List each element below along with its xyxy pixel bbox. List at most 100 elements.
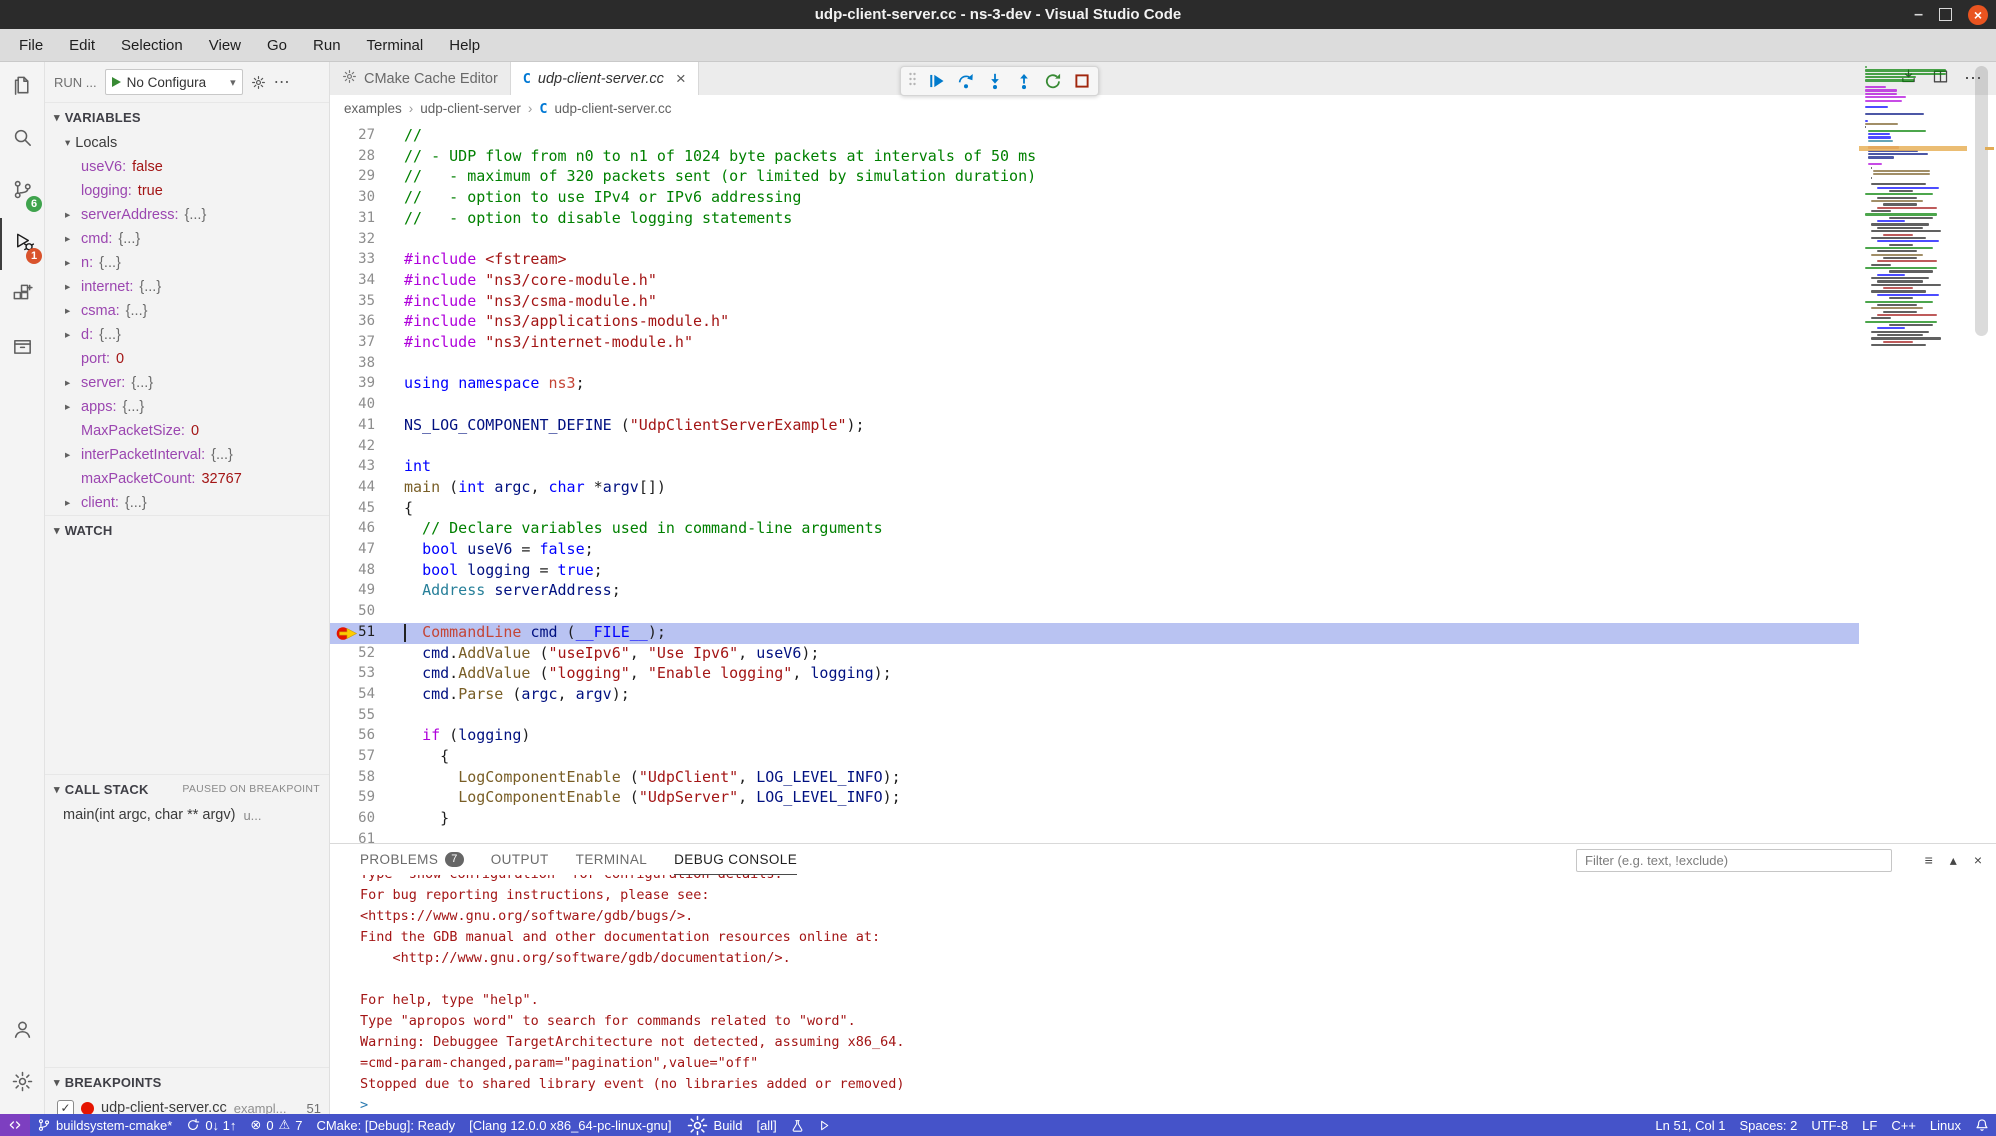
code-line[interactable]: 55 [330,706,1996,727]
line-number[interactable]: 61 [330,831,375,843]
close-button[interactable]: × [1968,5,1988,25]
code-line[interactable]: 46 // Declare variables used in command-… [330,519,1996,540]
line-number[interactable]: 41 [330,417,375,433]
debug-views-more-icon[interactable]: ⋯ [274,72,290,92]
variable-row[interactable]: MaxPacketSize:0 [45,419,329,443]
editor-tab[interactable]: CMake Cache Editor [330,62,511,95]
console-filter-input[interactable] [1576,849,1892,872]
line-number[interactable]: 32 [330,231,375,247]
line-number[interactable]: 47 [330,541,375,557]
code-line[interactable]: 51 CommandLine cmd (__FILE__); [330,623,1996,644]
stop-button[interactable] [1073,72,1091,90]
line-number[interactable]: 35 [330,293,375,309]
continue-button[interactable] [928,72,946,90]
line-number[interactable]: 34 [330,272,375,288]
code-line[interactable]: 40 [330,395,1996,416]
code-line[interactable]: 33#include <fstream> [330,250,1996,271]
watch-section-header[interactable]: ▾ WATCH [45,515,329,544]
line-number[interactable]: 52 [330,645,375,661]
variable-row[interactable]: maxPacketCount:32767 [45,467,329,491]
menu-item-selection[interactable]: Selection [108,29,196,61]
variable-row[interactable]: ▸cmd:{...} [45,227,329,251]
status-ctest-button[interactable] [784,1114,811,1136]
line-number[interactable]: 40 [330,396,375,412]
line-number[interactable]: 31 [330,210,375,226]
line-number[interactable]: 59 [330,789,375,805]
activity-item-explorer[interactable] [0,62,45,114]
chevron-right-icon[interactable]: ▸ [65,377,70,389]
line-number[interactable]: 38 [330,355,375,371]
variable-row[interactable]: port:0 [45,347,329,371]
code-line[interactable]: 36#include "ns3/applications-module.h" [330,312,1996,333]
menu-item-view[interactable]: View [196,29,254,61]
status-build-button[interactable]: Build [679,1114,750,1136]
line-number[interactable]: 49 [330,582,375,598]
code-editor[interactable]: 27//28// - UDP flow from n0 to n1 of 102… [330,122,1996,843]
code-line[interactable]: 49 Address serverAddress; [330,581,1996,602]
panel-tab-output[interactable]: OUTPUT [491,844,549,875]
chevron-right-icon[interactable]: ▸ [65,329,70,341]
variable-row[interactable]: ▸interPacketInterval:{...} [45,443,329,467]
activity-item-source-control[interactable]: 6 [0,166,45,218]
line-number[interactable]: 51 [330,624,375,640]
scrollbar[interactable] [1967,62,1996,843]
status-cmake-status[interactable]: CMake: [Debug]: Ready [309,1114,462,1136]
variable-row[interactable]: ▸internet:{...} [45,275,329,299]
maximize-button[interactable] [1939,8,1952,21]
code-line[interactable]: 39using namespace ns3; [330,374,1996,395]
status-build-target[interactable]: [all] [749,1114,783,1136]
code-line[interactable]: 38 [330,354,1996,375]
maximize-panel-icon[interactable]: ▴ [1950,852,1957,869]
line-number[interactable]: 27 [330,127,375,143]
code-line[interactable]: 58 LogComponentEnable ("UdpClient", LOG_… [330,768,1996,789]
activity-item-settings[interactable] [0,1058,45,1110]
code-line[interactable]: 29// - maximum of 320 packets sent (or l… [330,167,1996,188]
menu-item-help[interactable]: Help [436,29,493,61]
status-notifications[interactable] [1968,1114,1996,1136]
code-line[interactable]: 30// - option to use IPv4 or IPv6 addres… [330,188,1996,209]
variable-row[interactable]: ▸csma:{...} [45,299,329,323]
minimap[interactable] [1859,62,1967,843]
line-number[interactable]: 50 [330,603,375,619]
code-line[interactable]: 28// - UDP flow from n0 to n1 of 1024 by… [330,147,1996,168]
menu-item-file[interactable]: File [6,29,56,61]
chevron-right-icon[interactable]: ▸ [65,401,70,413]
chevron-right-icon[interactable]: ▸ [65,281,70,293]
code-line[interactable]: 47 bool useV6 = false; [330,540,1996,561]
locals-scope-row[interactable]: ▾ Locals [45,131,329,155]
restart-button[interactable] [1044,72,1062,90]
variable-row[interactable]: ▸client:{...} [45,491,329,515]
drag-grip-icon[interactable] [908,71,917,92]
code-line[interactable]: 54 cmd.Parse (argc, argv); [330,685,1996,706]
status-branch-status[interactable]: buildsystem-cmake* [30,1114,179,1136]
panel-tab-debug-console[interactable]: DEBUG CONSOLE [674,844,797,875]
code-line[interactable]: 41NS_LOG_COMPONENT_DEFINE ("UdpClientSer… [330,416,1996,437]
status-launch-button[interactable] [811,1114,838,1136]
code-line[interactable]: 42 [330,437,1996,458]
code-line[interactable]: 45{ [330,499,1996,520]
panel-menu-icon[interactable]: ≡ [1925,852,1933,869]
code-line[interactable]: 61 [330,830,1996,843]
line-number[interactable]: 56 [330,727,375,743]
panel-tab-terminal[interactable]: TERMINAL [576,844,647,875]
callstack-frame-row[interactable]: main(int argc, char ** argv) u... [45,803,329,827]
code-line[interactable]: 59 LogComponentEnable ("UdpServer", LOG_… [330,788,1996,809]
activity-item-cmake-tools[interactable] [0,322,45,374]
code-line[interactable]: 37#include "ns3/internet-module.h" [330,333,1996,354]
line-number[interactable]: 42 [330,438,375,454]
step-into-button[interactable] [986,72,1004,90]
line-number[interactable]: 48 [330,562,375,578]
code-line[interactable]: 56 if (logging) [330,726,1996,747]
code-line[interactable]: 48 bool logging = true; [330,561,1996,582]
code-line[interactable]: 60 } [330,809,1996,830]
scrollbar-thumb[interactable] [1975,66,1988,336]
line-number[interactable]: 58 [330,769,375,785]
launch-config-dropdown[interactable]: No Configura ▾ [105,69,243,95]
code-line[interactable]: 53 cmd.AddValue ("logging", "Enable logg… [330,664,1996,685]
menu-item-run[interactable]: Run [300,29,354,61]
variable-row[interactable]: ▸server:{...} [45,371,329,395]
activity-item-run-and-debug[interactable]: 1 [0,218,45,270]
line-number[interactable]: 28 [330,148,375,164]
variable-row[interactable]: ▸apps:{...} [45,395,329,419]
panel-tab-problems[interactable]: PROBLEMS7 [360,844,464,875]
